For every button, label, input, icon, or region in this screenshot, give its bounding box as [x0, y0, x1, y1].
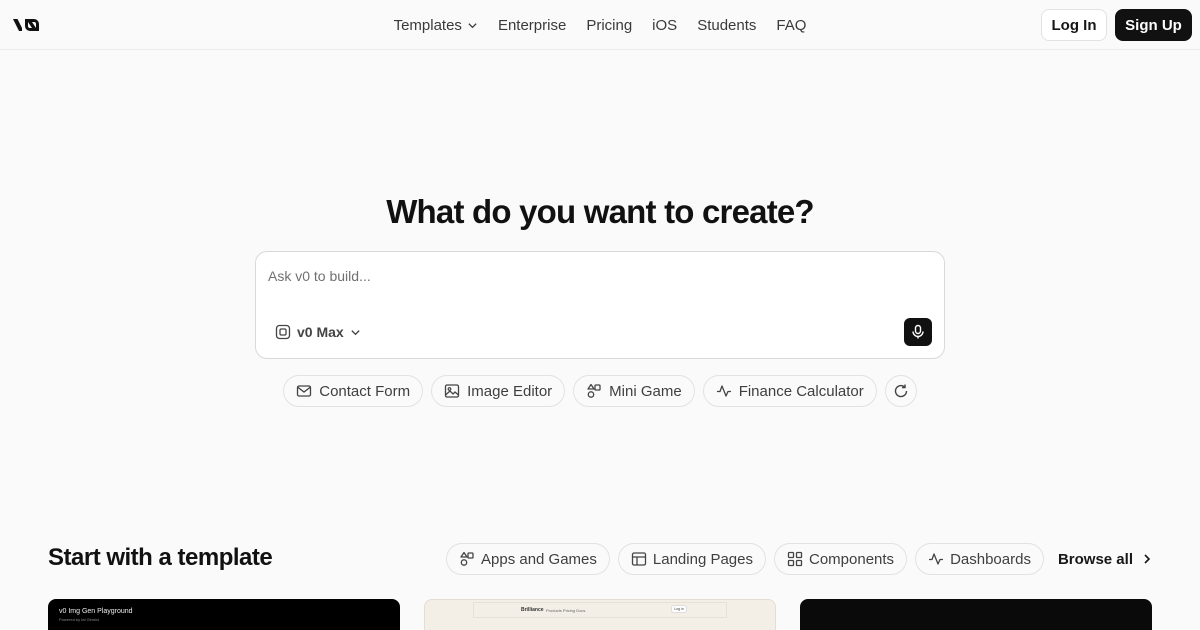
filter-components[interactable]: Components: [774, 543, 908, 575]
prompt-input[interactable]: [268, 264, 908, 288]
model-select[interactable]: v0 Max: [275, 322, 361, 342]
browse-all-label: Browse all: [1057, 550, 1133, 568]
card-links: Products Pricing Docs: [546, 608, 586, 613]
filter-label: Components: [809, 550, 895, 568]
section-title: Start with a template: [48, 544, 273, 571]
template-card-dark[interactable]: [800, 599, 1152, 630]
filter-label: Apps and Games: [481, 550, 597, 568]
card-preview-nav: [473, 602, 727, 618]
login-button[interactable]: Log In: [1041, 9, 1107, 41]
refresh-icon: [894, 384, 907, 398]
chevron-right-icon: [1144, 554, 1151, 564]
microphone-button[interactable]: [904, 318, 932, 346]
template-filters: Apps and Games Landing Pages Components …: [446, 543, 1153, 575]
activity-icon: [716, 385, 731, 397]
prompt-box: v0 Max: [255, 251, 945, 359]
model-label: v0 Max: [297, 324, 344, 340]
suggestion-label: Contact Form: [319, 382, 411, 400]
mail-icon: [297, 385, 312, 397]
filter-landing-pages[interactable]: Landing Pages: [617, 543, 766, 575]
chevron-down-icon: [351, 329, 360, 335]
browse-all-link[interactable]: Browse all: [1058, 551, 1153, 568]
suggestion-label: Image Editor: [467, 382, 553, 400]
suggestion-label: Mini Game: [609, 382, 682, 400]
model-chip-icon: [275, 324, 291, 340]
nav-templates-label: Templates: [393, 16, 462, 34]
v0-logo-icon[interactable]: [12, 16, 42, 34]
main-nav: Templates Enterprise Pricing iOS Student…: [0, 0, 1200, 50]
shapes-icon: [587, 383, 601, 398]
suggestion-image-editor[interactable]: Image Editor: [431, 375, 566, 407]
refresh-suggestions-button[interactable]: [884, 375, 917, 407]
filter-label: Landing Pages: [652, 550, 753, 568]
filter-dashboards[interactable]: Dashboards: [915, 543, 1044, 575]
nav-faq[interactable]: FAQ: [776, 17, 806, 34]
suggestion-label: Finance Calculator: [738, 382, 864, 400]
suggestion-mini-game[interactable]: Mini Game: [573, 375, 695, 407]
nav-students[interactable]: Students: [697, 17, 756, 34]
card-title: v0 Img Gen Playground: [59, 608, 133, 615]
suggestion-finance-calculator[interactable]: Finance Calculator: [702, 375, 877, 407]
nav-ios[interactable]: iOS: [652, 17, 677, 34]
chevron-down-icon: [468, 22, 477, 28]
template-card-img-gen[interactable]: v0 Img Gen Playground Powered by fal Gem…: [48, 599, 400, 630]
top-header: Templates Enterprise Pricing iOS Student…: [0, 0, 1200, 50]
card-subtitle: Powered by fal Gemini: [59, 617, 100, 622]
grid-icon: [787, 551, 803, 567]
filter-apps-and-games[interactable]: Apps and Games: [446, 543, 610, 575]
nav-enterprise[interactable]: Enterprise: [498, 17, 566, 34]
nav-templates[interactable]: Templates: [394, 17, 478, 34]
image-icon: [444, 384, 460, 398]
signup-button[interactable]: Sign Up: [1115, 9, 1192, 41]
activity-icon: [929, 553, 944, 565]
filter-label: Dashboards: [950, 550, 1031, 568]
microphone-icon: [912, 324, 924, 339]
nav-pricing[interactable]: Pricing: [586, 17, 632, 34]
hero-title: What do you want to create?: [386, 193, 814, 230]
card-login: Log in: [671, 605, 687, 613]
suggestion-chips: Contact Form Image Editor Mini Game Fina…: [0, 375, 1200, 407]
suggestion-contact-form[interactable]: Contact Form: [283, 375, 424, 407]
layout-icon: [631, 552, 647, 566]
card-brand: Brilliance: [521, 607, 544, 613]
template-card-brilliance[interactable]: Brilliance Products Pricing Docs Log in: [424, 599, 776, 630]
shapes-icon: [460, 551, 474, 566]
